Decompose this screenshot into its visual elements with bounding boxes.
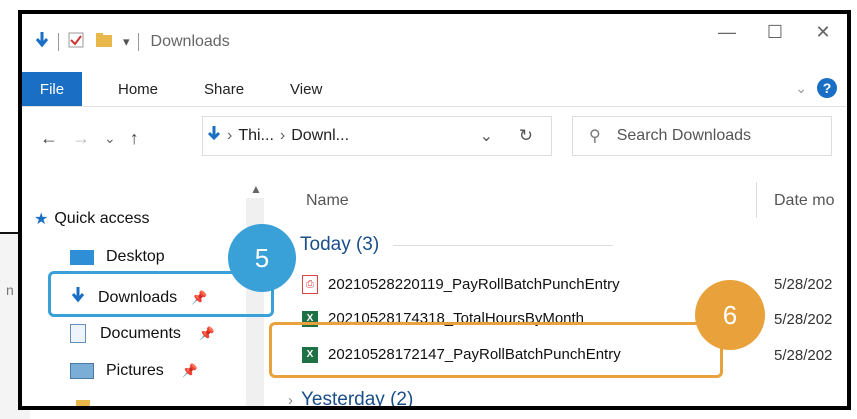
group-label: Today (3) (300, 234, 380, 255)
navigation-bar: ← → ⌄ ↑ › Thi... › Downl... ⌄ ↻ ⚲ Search… (22, 116, 847, 160)
up-button[interactable]: ↑ (130, 128, 139, 149)
title-divider (137, 33, 139, 51)
recent-locations-icon[interactable]: ⌄ (104, 130, 116, 147)
scroll-up-icon[interactable]: ▲ (250, 182, 262, 196)
nav-item-label: Quick access (54, 210, 150, 227)
nav-item-label: Desktop (106, 248, 165, 265)
help-icon[interactable]: ? (817, 78, 837, 98)
minimize-button[interactable]: — (703, 22, 751, 43)
title-bar: ▾ Downloads — ☐ ✕ (22, 14, 847, 70)
refresh-icon[interactable]: ↻ (519, 126, 533, 146)
pin-icon[interactable]: 📌 (182, 363, 198, 379)
pin-icon[interactable]: 📌 (199, 326, 215, 342)
breadcrumb-separator: › (227, 127, 233, 144)
ribbon-tabs: File Home Share View ⌄ ? (22, 72, 847, 107)
search-icon: ⚲ (589, 128, 601, 145)
address-bar[interactable]: › Thi... › Downl... ⌄ ↻ (202, 116, 552, 156)
file-date: 5/28/202 (774, 347, 833, 364)
nav-item-label: Documents (100, 324, 181, 342)
toolbar-divider (58, 33, 59, 51)
nav-item-quick-access[interactable]: ★ Quick access (34, 209, 149, 229)
step-badge-5: 5 (228, 224, 296, 292)
new-folder-icon[interactable] (95, 32, 113, 53)
desktop-icon (70, 249, 94, 265)
nav-item-desktop[interactable]: Desktop (70, 248, 165, 266)
ribbon-right-controls: ⌄ ? (795, 78, 837, 98)
search-input[interactable]: Search Downloads (617, 127, 751, 145)
star-icon: ★ (34, 211, 49, 228)
partial-folder-icon (76, 400, 90, 406)
downloads-location-icon (207, 125, 221, 148)
file-date: 5/28/202 (774, 311, 833, 328)
group-today[interactable]: Today (3) (300, 234, 614, 256)
group-divider (393, 244, 614, 246)
pdf-file-icon: ⎙ (302, 275, 318, 294)
column-divider (756, 182, 757, 218)
tab-file[interactable]: File (22, 72, 82, 106)
nav-item-label: Pictures (106, 362, 164, 379)
file-date: 5/28/202 (774, 276, 833, 293)
address-dropdown-icon[interactable]: ⌄ (480, 126, 493, 146)
column-header-name[interactable]: Name (306, 192, 349, 210)
tab-view[interactable]: View (290, 81, 322, 98)
expand-chevron-icon[interactable]: › (288, 392, 293, 407)
file-row[interactable]: ⎙ 20210528220119_PayRollBatchPunchEntry (302, 275, 620, 294)
customize-toolbar-icon[interactable]: ▾ (123, 34, 130, 50)
step-badge-6: 6 (695, 280, 765, 350)
properties-checkbox-icon[interactable] (67, 31, 85, 54)
pictures-icon (70, 363, 94, 379)
breadcrumb-this-pc[interactable]: Thi... (238, 127, 274, 145)
close-button[interactable]: ✕ (799, 22, 847, 43)
nav-item-documents[interactable]: Documents 📌 (70, 324, 215, 343)
back-button[interactable]: ← (40, 128, 58, 149)
search-box[interactable]: ⚲ Search Downloads (572, 116, 832, 156)
nav-item-pictures[interactable]: Pictures 📌 (70, 362, 198, 380)
tab-home[interactable]: Home (118, 81, 158, 98)
download-arrow-icon[interactable] (34, 30, 50, 55)
breadcrumb-downloads[interactable]: Downl... (291, 127, 349, 145)
group-yesterday[interactable]: › Yesterday (2) (288, 389, 414, 410)
group-label: Yesterday (2) (301, 389, 414, 410)
maximize-button[interactable]: ☐ (751, 22, 799, 43)
callout-highlight-file (269, 322, 723, 378)
column-header-date-modified[interactable]: Date mo (774, 192, 834, 210)
window-title: Downloads (150, 33, 230, 50)
quick-access-toolbar: ▾ Downloads (34, 30, 230, 55)
window-controls: — ☐ ✕ (703, 22, 847, 43)
file-name: 20210528220119_PayRollBatchPunchEntry (328, 276, 620, 293)
tab-share[interactable]: Share (204, 81, 244, 98)
background-edge-text: n (6, 282, 14, 298)
documents-icon (70, 324, 86, 343)
forward-button[interactable]: → (72, 128, 90, 149)
expand-ribbon-icon[interactable]: ⌄ (795, 80, 807, 97)
breadcrumb-separator: › (279, 127, 286, 144)
